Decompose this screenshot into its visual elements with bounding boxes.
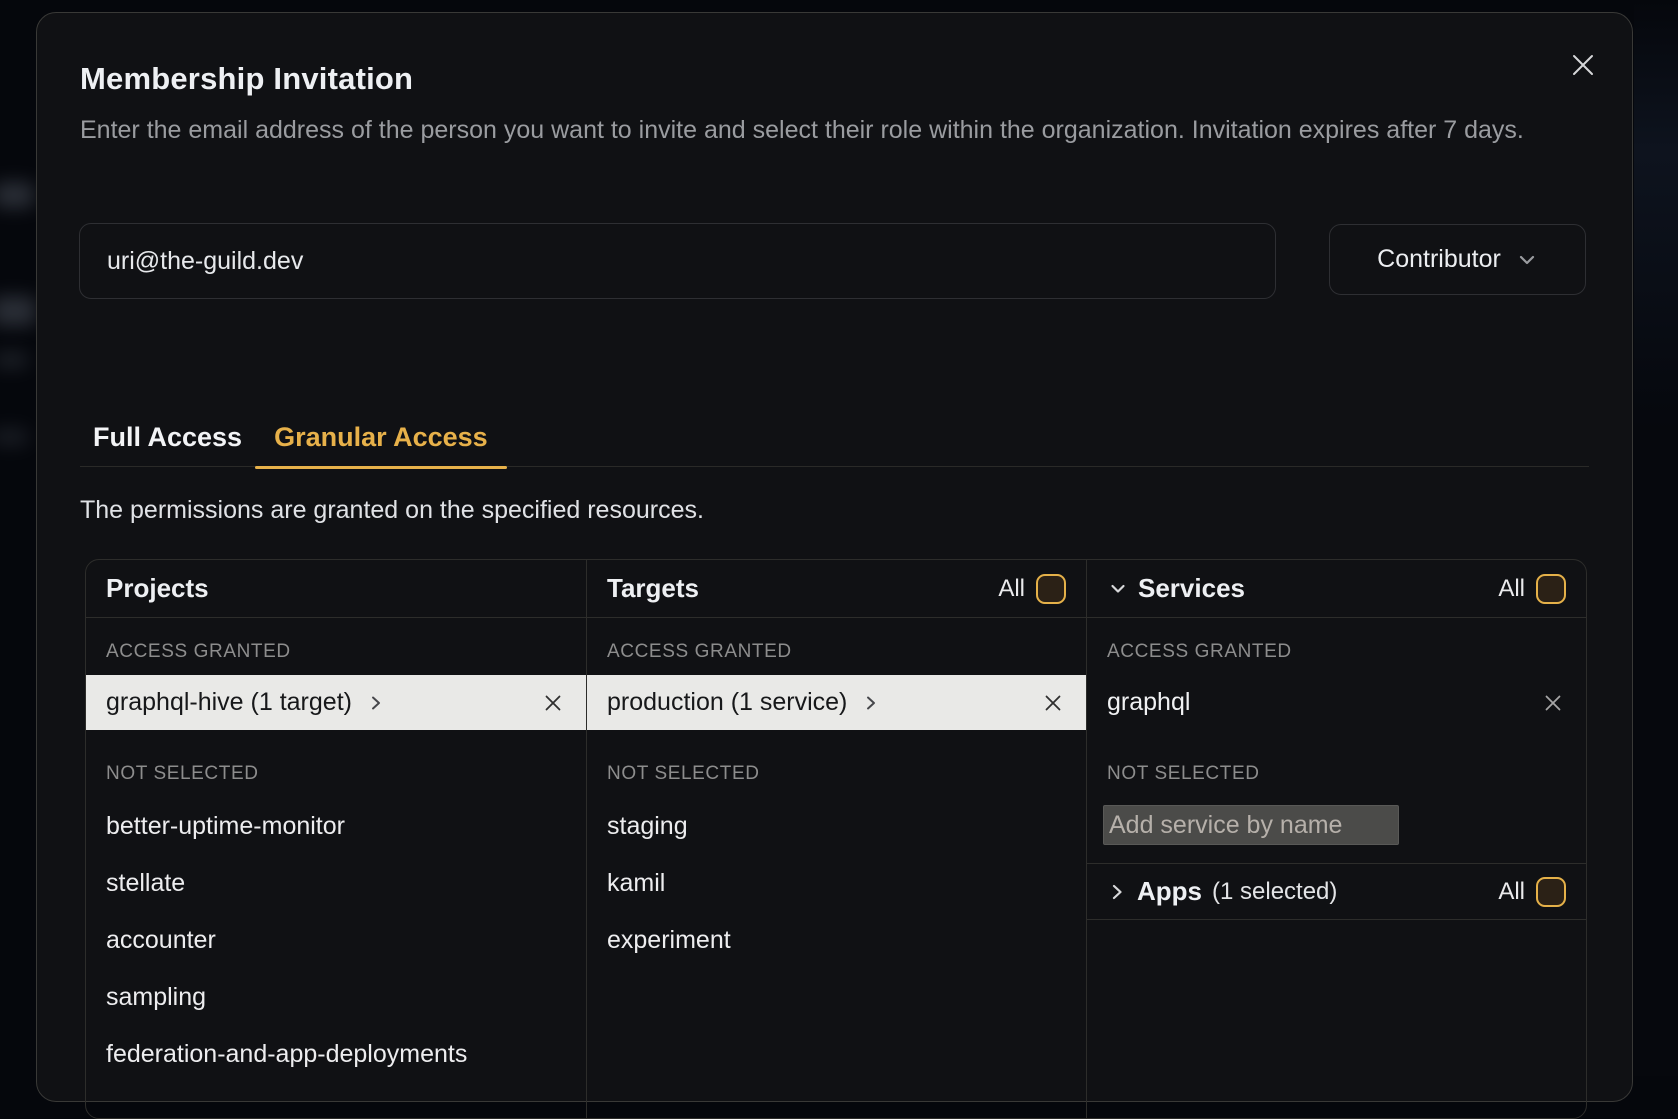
background-blurred-content xyxy=(0,296,36,326)
chevron-right-icon[interactable] xyxy=(1107,882,1127,902)
dialog-title: Membership Invitation xyxy=(80,61,413,97)
remove-project-icon[interactable] xyxy=(540,690,566,716)
access-granted-label: ACCESS GRANTED xyxy=(607,642,1066,662)
not-selected-label: NOT SELECTED xyxy=(607,764,1066,784)
chevron-right-icon xyxy=(367,694,385,712)
apps-all-label: All xyxy=(1498,878,1525,906)
remove-target-icon[interactable] xyxy=(1040,690,1066,716)
projects-title: Projects xyxy=(106,573,209,604)
background-blurred-content xyxy=(0,352,28,368)
selected-project-row[interactable]: graphql-hive (1 target) xyxy=(86,675,586,730)
selected-project-name: graphql-hive (1 target) xyxy=(106,688,352,717)
tab-full-access[interactable]: Full Access xyxy=(80,409,255,467)
target-item[interactable]: kamil xyxy=(587,855,1086,912)
services-column-header: Services All xyxy=(1087,560,1586,618)
not-selected-label: NOT SELECTED xyxy=(106,764,566,784)
project-item[interactable]: stellate xyxy=(86,855,586,912)
background-glow xyxy=(1634,0,1678,1076)
background-blurred-content xyxy=(0,428,28,446)
apps-label: Apps xyxy=(1137,876,1202,907)
targets-title: Targets xyxy=(607,573,699,604)
chevron-down-icon[interactable] xyxy=(1107,578,1129,600)
not-selected-label: NOT SELECTED xyxy=(1107,764,1566,784)
dialog-description: Enter the email address of the person yo… xyxy=(80,111,1532,149)
role-select-dropdown[interactable]: Contributor xyxy=(1329,224,1586,295)
access-tabbar: Full Access Granular Access xyxy=(80,409,1589,467)
services-column: Services All ACCESS GRANTED graphql NOT … xyxy=(1086,560,1586,1118)
tab-granular-access[interactable]: Granular Access xyxy=(255,409,507,467)
project-item[interactable]: better-uptime-monitor xyxy=(86,798,586,855)
project-item[interactable]: accounter xyxy=(86,912,586,969)
access-granted-label: ACCESS GRANTED xyxy=(106,642,566,662)
projects-column-header: Projects xyxy=(86,560,586,618)
chevron-down-icon xyxy=(1516,249,1538,271)
selected-service-row: graphql xyxy=(1087,675,1586,730)
chevron-right-icon xyxy=(862,694,880,712)
apps-all-checkbox[interactable] xyxy=(1536,877,1566,907)
selected-target-row[interactable]: production (1 service) xyxy=(587,675,1086,730)
membership-invitation-dialog: Membership Invitation Enter the email ad… xyxy=(36,12,1633,1102)
resource-selection-table: Projects ACCESS GRANTED graphql-hive (1 … xyxy=(85,559,1587,1119)
projects-column: Projects ACCESS GRANTED graphql-hive (1 … xyxy=(86,560,586,1118)
target-item[interactable]: experiment xyxy=(587,912,1086,969)
targets-all-checkbox[interactable] xyxy=(1036,574,1066,604)
target-item[interactable]: staging xyxy=(587,798,1086,855)
project-item[interactable]: federation-and-app-deployments xyxy=(86,1026,586,1083)
services-all-label: All xyxy=(1498,575,1525,603)
background-blurred-content xyxy=(0,182,34,208)
apps-selected-count: (1 selected) xyxy=(1212,878,1337,906)
services-all-checkbox[interactable] xyxy=(1536,574,1566,604)
targets-column-header: Targets All xyxy=(587,560,1086,618)
targets-all-label: All xyxy=(998,575,1025,603)
selected-service-name: graphql xyxy=(1107,688,1190,717)
apps-expandable-row[interactable]: Apps (1 selected) All xyxy=(1087,863,1586,920)
add-service-input[interactable] xyxy=(1103,805,1399,845)
close-icon[interactable] xyxy=(1565,47,1601,83)
role-select-value: Contributor xyxy=(1377,245,1501,274)
permissions-hint: The permissions are granted on the speci… xyxy=(80,496,704,525)
remove-service-icon[interactable] xyxy=(1540,690,1566,716)
project-item[interactable]: sampling xyxy=(86,969,586,1026)
selected-target-name: production (1 service) xyxy=(607,688,847,717)
access-granted-label: ACCESS GRANTED xyxy=(1107,642,1566,662)
services-title: Services xyxy=(1138,573,1245,604)
unselected-projects-list: better-uptime-monitor stellate accounter… xyxy=(86,798,586,1083)
unselected-targets-list: staging kamil experiment xyxy=(587,798,1086,969)
targets-column: Targets All ACCESS GRANTED production (1… xyxy=(586,560,1086,1118)
invitee-email-input[interactable] xyxy=(79,223,1276,299)
